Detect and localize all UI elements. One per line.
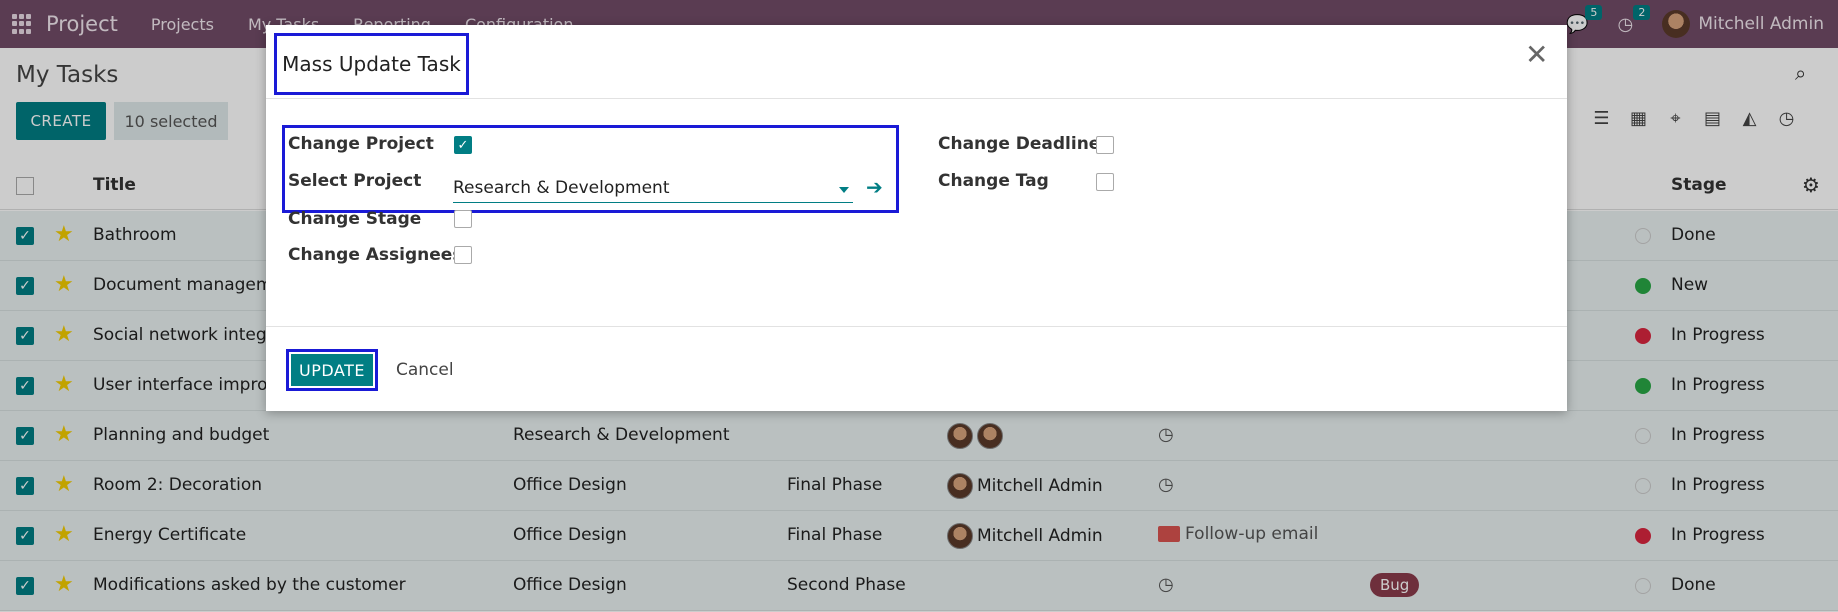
change-project-label: Change Project (288, 134, 434, 154)
select-project-dropdown[interactable]: Research & Development (453, 177, 853, 203)
change-tag-label: Change Tag (938, 171, 1049, 191)
change-deadline-label: Change Deadline (938, 134, 1101, 154)
update-button-label: UPDATE (291, 354, 373, 386)
change-deadline-checkbox[interactable] (1096, 136, 1114, 154)
update-button[interactable]: UPDATE (286, 349, 378, 391)
change-assignees-label: Change Assignees (288, 245, 463, 265)
cancel-button[interactable]: Cancel (396, 360, 454, 380)
change-assignees-checkbox[interactable] (454, 246, 472, 264)
modal-title: Mass Update Task (274, 33, 469, 95)
mass-update-dialog: Mass Update Task ✕ Change Project ✓ Sele… (266, 25, 1567, 411)
change-stage-label: Change Stage (288, 209, 422, 229)
select-project-label: Select Project (288, 171, 422, 191)
modal-footer: UPDATE Cancel (266, 326, 1567, 411)
modal-header: Mass Update Task ✕ (266, 25, 1567, 99)
arrow-right-icon[interactable]: ➔ (866, 175, 883, 199)
close-icon[interactable]: ✕ (1525, 41, 1548, 69)
select-project-value: Research & Development (453, 178, 670, 198)
change-tag-checkbox[interactable] (1096, 173, 1114, 191)
change-project-checkbox[interactable]: ✓ (454, 136, 472, 154)
change-stage-checkbox[interactable] (454, 210, 472, 228)
chevron-down-icon[interactable] (839, 187, 849, 193)
